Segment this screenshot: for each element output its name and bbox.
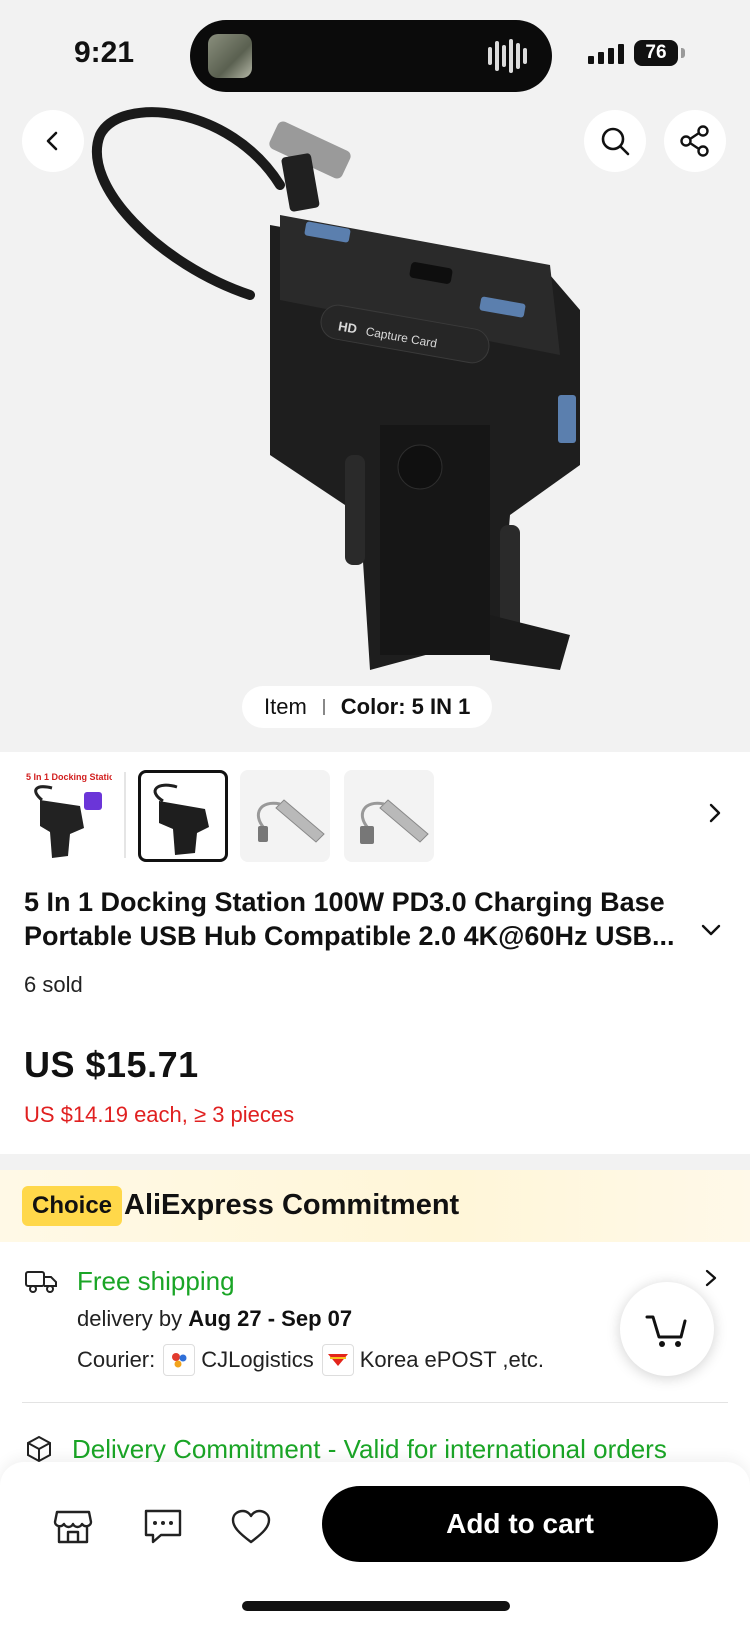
thumbnail-image bbox=[257, 799, 325, 843]
courier-cj: CJLogistics bbox=[201, 1347, 314, 1372]
signal-icon bbox=[588, 44, 624, 64]
bulk-price: US $14.19 each, ≥ 3 pieces bbox=[24, 1102, 295, 1127]
dynamic-island bbox=[190, 20, 552, 92]
thumbnail-image bbox=[153, 783, 209, 855]
floating-cart-button[interactable] bbox=[620, 1282, 714, 1376]
search-icon bbox=[601, 127, 630, 156]
message-button[interactable] bbox=[140, 1504, 186, 1550]
chat-icon bbox=[144, 1509, 182, 1544]
option-separator bbox=[322, 699, 325, 715]
product-title-line-1: 5 In 1 Docking Station 100W PD3.0 Chargi… bbox=[24, 887, 665, 917]
chevron-right-icon bbox=[709, 803, 721, 823]
courier-korea-post: Korea ePOST ,etc. bbox=[359, 1347, 544, 1372]
cart-icon bbox=[645, 1315, 687, 1347]
expand-title-button[interactable] bbox=[700, 922, 722, 943]
chevron-right-icon bbox=[705, 1269, 717, 1287]
search-button[interactable] bbox=[584, 110, 646, 172]
product-title-line-2: Portable USB Hub Compatible 2.0 4K@60Hz … bbox=[24, 921, 675, 951]
thumbnail-4[interactable] bbox=[344, 770, 434, 862]
thumbnail-image bbox=[34, 785, 102, 858]
chevron-left-icon bbox=[46, 131, 58, 151]
now-playing-thumbnail bbox=[208, 34, 252, 78]
choice-commitment-banner[interactable]: Choice AliExpress Commitment bbox=[0, 1170, 750, 1242]
option-label: Item bbox=[264, 694, 307, 719]
add-to-cart-button[interactable]: Add to cart bbox=[322, 1486, 718, 1562]
audio-waveform-icon bbox=[488, 38, 532, 74]
thumbnail-divider bbox=[124, 772, 126, 858]
thumbnail-image bbox=[360, 799, 429, 844]
wishlist-button[interactable] bbox=[228, 1504, 274, 1550]
delivery-estimate: delivery by Aug 27 - Sep 07 bbox=[77, 1306, 352, 1332]
cj-logistics-logo-icon bbox=[163, 1344, 196, 1376]
product-print-hd: HD bbox=[337, 318, 358, 336]
choice-title: AliExpress Commitment bbox=[124, 1189, 460, 1221]
sold-count: 6 sold bbox=[24, 972, 83, 997]
product-title[interactable]: 5 In 1 Docking Station 100W PD3.0 Chargi… bbox=[24, 885, 704, 953]
thumbnail-1[interactable]: 5 In 1 Docking Station bbox=[22, 770, 112, 862]
divider bbox=[22, 1402, 728, 1403]
thumbnail-2[interactable] bbox=[138, 770, 228, 862]
choice-badge: Choice bbox=[22, 1186, 123, 1226]
thumbnail-caption: 5 In 1 Docking Station bbox=[26, 772, 112, 782]
delivery-dates: Aug 27 - Sep 07 bbox=[188, 1306, 353, 1331]
battery-indicator: 76 bbox=[634, 40, 678, 66]
store-icon bbox=[53, 1510, 93, 1544]
thumbnail-3[interactable] bbox=[240, 770, 330, 862]
status-time: 9:21 bbox=[74, 36, 135, 69]
thumbnails-next-button[interactable] bbox=[700, 798, 730, 828]
store-button[interactable] bbox=[50, 1504, 96, 1550]
back-button[interactable] bbox=[22, 110, 84, 172]
section-divider bbox=[0, 1154, 750, 1170]
price: US $15.71 bbox=[24, 1044, 199, 1085]
courier-row: Courier: CJLogistics Korea ePOST ,etc. bbox=[77, 1344, 544, 1376]
chevron-down-icon bbox=[701, 924, 721, 936]
thumbnail-strip: 5 In 1 Docking Station bbox=[0, 770, 750, 866]
product-image: HD Capture Card bbox=[91, 107, 580, 670]
courier-label: Courier: bbox=[77, 1347, 156, 1372]
heart-icon bbox=[231, 1509, 271, 1544]
delivery-prefix: delivery by bbox=[77, 1306, 189, 1331]
battery-tip bbox=[681, 48, 685, 58]
delivery-commitment-link[interactable]: Delivery Commitment - Valid for internat… bbox=[72, 1434, 732, 1465]
share-button[interactable] bbox=[664, 110, 726, 172]
share-icon bbox=[680, 125, 709, 157]
selected-option-chip[interactable]: Item Color: 5 IN 1 bbox=[242, 686, 493, 728]
product-image-gallery[interactable]: HD Capture Card 9:21 76 Item Color: 5 IN… bbox=[0, 0, 750, 752]
korea-post-logo-icon bbox=[321, 1344, 354, 1376]
option-value: Color: 5 IN 1 bbox=[340, 694, 471, 719]
shipping-details-button[interactable] bbox=[703, 1268, 719, 1293]
free-shipping-label[interactable]: Free shipping bbox=[77, 1266, 235, 1297]
home-indicator bbox=[242, 1601, 510, 1611]
truck-icon bbox=[24, 1268, 58, 1299]
